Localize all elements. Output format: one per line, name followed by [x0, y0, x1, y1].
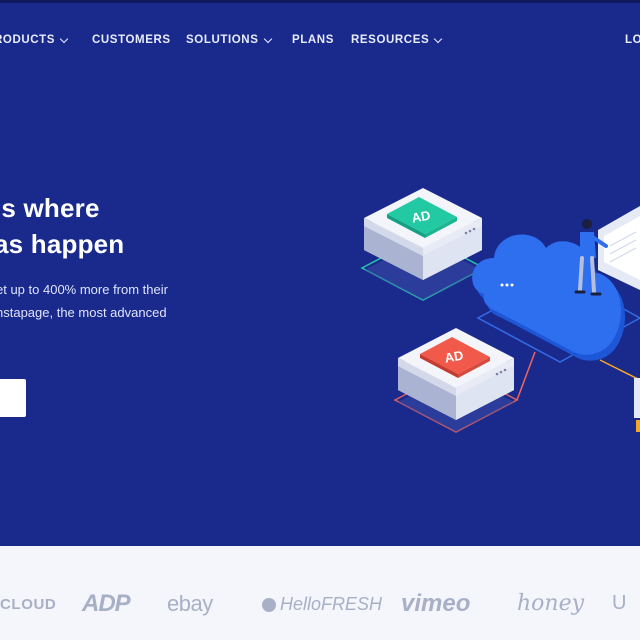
logo-hellofresh: HelloFRESH: [262, 594, 382, 615]
ad-bottom-label: AD: [443, 347, 464, 365]
ad-server-bottom: AD: [398, 328, 514, 432]
hero-section: RODUCTS CUSTOMERS SOLUTIONS PLANS RESOUR…: [0, 0, 640, 546]
logo-cloud: CLOUD: [0, 596, 57, 613]
hero-illustration: AD AD: [360, 188, 640, 433]
connector-line: [599, 359, 640, 381]
logo-partial: U: [612, 592, 627, 614]
connector-line: [516, 351, 536, 401]
partial-figure-right: [634, 378, 640, 432]
logo-adp: ADP: [82, 590, 131, 617]
logo-honey: honey: [517, 591, 585, 616]
logo-hellofresh-text: HelloFRESH: [280, 594, 383, 614]
ad-top-label: AD: [410, 207, 431, 225]
landing-page: RODUCTS CUSTOMERS SOLUTIONS PLANS RESOUR…: [0, 0, 640, 640]
ad-server-top: AD: [364, 188, 482, 300]
logo-ebay: ebay: [167, 591, 213, 616]
customer-logos-strip: CLOUD ADP ebay HelloFRESH vimeo honey U: [0, 546, 640, 640]
hellofresh-leaf-icon: [262, 597, 276, 612]
logo-vimeo: vimeo: [401, 590, 471, 617]
